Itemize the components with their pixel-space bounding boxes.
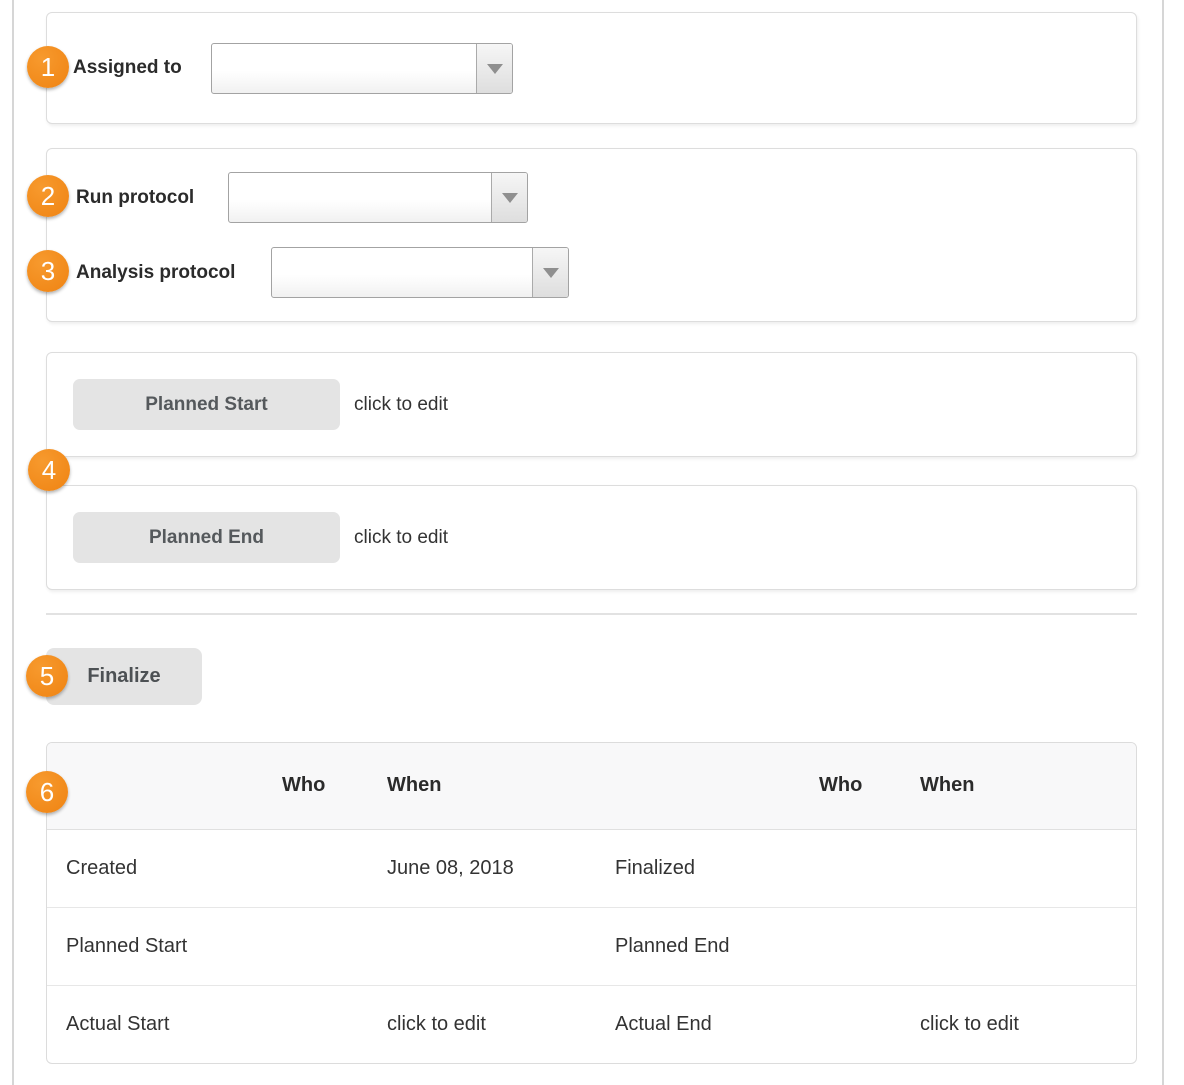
actual-end-who	[797, 985, 882, 1063]
form-content: 1 Assigned to 2 3 Run protocol	[46, 0, 1137, 1064]
section-divider	[46, 613, 1137, 615]
table-row-created-finalized: Created June 08, 2018 Finalized	[47, 829, 1136, 907]
finalized-when	[882, 829, 1136, 907]
planned-end-card: Planned End click to edit	[46, 485, 1137, 590]
planned-end-button[interactable]: Planned End	[73, 512, 340, 563]
protocols-card: 2 3 Run protocol Analysis protocol	[46, 148, 1137, 322]
analysis-protocol-dropdown-arrow-button[interactable]	[532, 248, 568, 297]
run-protocol-row: Run protocol	[47, 172, 1136, 223]
actual-end-label: Actual End	[597, 985, 797, 1063]
actual-start-label: Actual Start	[47, 985, 277, 1063]
finalized-who	[797, 829, 882, 907]
planned-start-edit-hint[interactable]: click to edit	[354, 394, 448, 416]
step-badge-6: 6	[26, 771, 68, 813]
planned-start-card: Planned Start click to edit	[46, 352, 1137, 457]
actual-end-edit-hint[interactable]: click to edit	[882, 985, 1136, 1063]
step-badge-4: 4	[28, 449, 70, 491]
assigned-to-card: 1 Assigned to	[46, 12, 1137, 124]
planning-group: 4 Planned Start click to edit Planned En…	[46, 352, 1137, 590]
step-badge-3: 3	[27, 250, 69, 292]
audit-table: Who When Who When Created June 08, 2018	[47, 743, 1136, 1063]
header-who-left: Who	[277, 743, 367, 829]
page-left-border	[12, 0, 14, 1085]
step-badge-1: 1	[27, 46, 69, 88]
page: 1 Assigned to 2 3 Run protocol	[0, 0, 1184, 1085]
header-empty-left	[47, 743, 277, 829]
finalize-row: 5 Finalize	[46, 648, 1137, 705]
chevron-down-icon	[543, 268, 559, 278]
planned-end-edit-hint[interactable]: click to edit	[354, 527, 448, 549]
run-protocol-dropdown[interactable]	[228, 172, 528, 223]
chevron-down-icon	[502, 193, 518, 203]
audit-table-card: Who When Who When Created June 08, 2018	[46, 742, 1137, 1064]
created-when: June 08, 2018	[367, 829, 597, 907]
assigned-to-dropdown-arrow-button[interactable]	[476, 44, 512, 93]
step-badge-2: 2	[27, 175, 69, 217]
table-row-planned: Planned Start Planned End	[47, 907, 1136, 985]
header-empty-right	[597, 743, 797, 829]
planned-end-who	[797, 907, 882, 985]
assigned-to-label: Assigned to	[73, 57, 182, 79]
header-when-right: When	[882, 743, 1136, 829]
actual-start-edit-hint[interactable]: click to edit	[367, 985, 597, 1063]
analysis-protocol-label: Analysis protocol	[76, 262, 235, 284]
planned-end-when	[882, 907, 1136, 985]
header-who-right: Who	[797, 743, 882, 829]
planned-start-row-label: Planned Start	[47, 907, 277, 985]
audit-table-section: 6 Who When Who When	[46, 742, 1137, 1064]
actual-start-who	[277, 985, 367, 1063]
step-badge-5: 5	[26, 655, 68, 697]
planned-end-row-label: Planned End	[597, 907, 797, 985]
created-label: Created	[47, 829, 277, 907]
finalize-button[interactable]: Finalize	[46, 648, 202, 705]
created-who	[277, 829, 367, 907]
planned-start-when	[367, 907, 597, 985]
audit-table-header-row: Who When Who When	[47, 743, 1136, 829]
chevron-down-icon	[487, 64, 503, 74]
table-row-actual: Actual Start click to edit Actual End cl…	[47, 985, 1136, 1063]
header-when-left: When	[367, 743, 597, 829]
run-protocol-dropdown-arrow-button[interactable]	[491, 173, 527, 222]
run-protocol-label: Run protocol	[76, 187, 194, 209]
analysis-protocol-row: Analysis protocol	[47, 247, 1136, 298]
analysis-protocol-dropdown[interactable]	[271, 247, 569, 298]
assigned-to-dropdown[interactable]	[211, 43, 513, 94]
planned-start-who	[277, 907, 367, 985]
page-right-border	[1162, 0, 1164, 1085]
planned-start-button[interactable]: Planned Start	[73, 379, 340, 430]
finalized-label: Finalized	[597, 829, 797, 907]
